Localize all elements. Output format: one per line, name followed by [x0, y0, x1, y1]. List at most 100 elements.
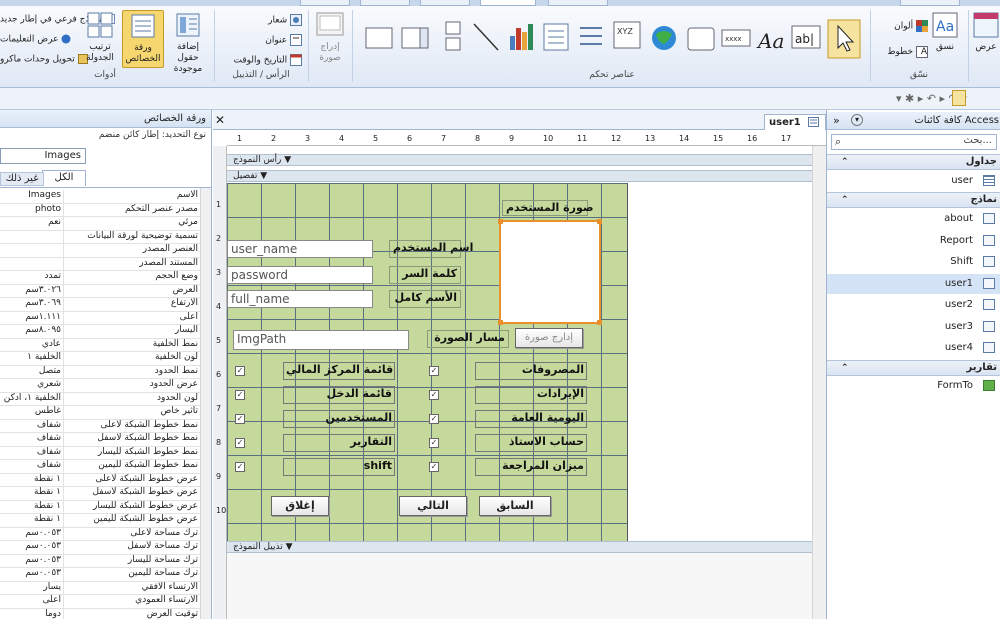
property-value[interactable]: ٣.٠٦٩سم [0, 298, 64, 311]
checkbox[interactable]: ✓ [429, 462, 439, 472]
convert-macros-button[interactable]: تحويل وحدات ماكرو [0, 54, 88, 66]
show-help-button[interactable]: عرض التعليمات [0, 34, 71, 46]
property-row[interactable]: دوماً توقيت العرض [0, 608, 200, 619]
property-value[interactable]: تمدد [0, 271, 64, 284]
property-row[interactable]: ١ نقطة عرض خطوط الشبكة لليمين [0, 514, 200, 528]
checkbox[interactable]: ✓ [235, 390, 245, 400]
property-row[interactable]: ١ نقطة عرض خطوط الشبكة لليسار [0, 500, 200, 514]
property-row[interactable]: شفاف نمط خطوط الشبكة لأعلى [0, 419, 200, 433]
close-document-icon[interactable]: ✕ [215, 113, 225, 127]
property-row[interactable]: متصل نمط الحدود [0, 365, 200, 379]
property-row[interactable]: العنصر المصدر [0, 244, 200, 258]
ribbon-tab[interactable] [900, 0, 960, 6]
property-value[interactable]: دوماً [0, 608, 64, 619]
tab-all[interactable]: الكل [42, 170, 86, 186]
property-row[interactable]: شفاف نمط خطوط الشبكة لليسار [0, 446, 200, 460]
chevron-up-icon[interactable]: ⌃ [841, 155, 849, 169]
property-value[interactable]: الخلفية ١، أدكن [0, 392, 64, 406]
nav-item-user4[interactable]: user4 [827, 338, 1000, 358]
property-row[interactable]: الخلفية ١ لون الخلفية [0, 352, 200, 366]
property-row[interactable]: ٠.٠٥٣سم ترك مساحة لليمين [0, 568, 200, 582]
nav-group-tables[interactable]: جداول ⌃ [827, 154, 1000, 170]
property-row[interactable]: تمدد وضع الحجم [0, 271, 200, 285]
insert-image-form-button[interactable]: إدارج صورة [515, 328, 583, 348]
property-value[interactable] [0, 244, 64, 257]
themes-button[interactable]: Aa نسق [930, 12, 960, 53]
check-label-right[interactable]: الإيرادات [475, 387, 587, 404]
user-name-textbox[interactable]: user_name [227, 240, 373, 258]
property-row[interactable]: شعري عرض الحدود [0, 379, 200, 393]
resize-handle[interactable] [498, 219, 503, 224]
property-value[interactable]: ٣.٠٢٦سم [0, 284, 64, 298]
help-dropdown-icon[interactable] [952, 90, 966, 106]
user-image-label[interactable]: صورة المستخدم [502, 200, 593, 216]
colors-button[interactable]: ألوان [876, 20, 928, 33]
check-label-left[interactable]: قائمة الدخل [283, 387, 395, 404]
property-row[interactable]: شفاف نمط خطوط الشبكة لليمين [0, 460, 200, 474]
ribbon-tab-active[interactable] [480, 0, 536, 6]
tab-other[interactable]: غير ذلك [0, 172, 44, 186]
property-value[interactable]: نعم [0, 217, 64, 230]
property-value[interactable]: ٠.٠٥٣سم [0, 554, 64, 568]
password-textbox[interactable]: password [227, 266, 373, 284]
nav-item-user2[interactable]: user2 [827, 295, 1000, 315]
property-row[interactable]: ٣.٠٦٩سم الارتفاع [0, 298, 200, 312]
property-value[interactable]: ٠.٠٥٣سم [0, 527, 64, 541]
search-icon[interactable]: ⌕ [835, 135, 841, 149]
user-name-label[interactable]: اسم المستخدم [389, 240, 473, 258]
property-value[interactable]: الخلفية ١ [0, 352, 64, 365]
form-header-bar[interactable]: ▼ رأس النموذج [227, 154, 826, 166]
property-value[interactable]: ١ نقطة [0, 473, 64, 487]
checkbox[interactable]: ✓ [235, 414, 245, 424]
property-value[interactable] [0, 230, 64, 244]
chevron-up-icon[interactable]: ⌃ [841, 361, 849, 375]
checkbox[interactable]: ✓ [235, 462, 245, 472]
ribbon-tab[interactable] [360, 0, 410, 6]
property-value[interactable]: متصل [0, 365, 64, 379]
property-row[interactable]: أعلى الارتساء العمودي [0, 595, 200, 609]
date-time-button[interactable]: التاريخ والوقت [222, 54, 302, 67]
nav-item-user[interactable]: user [827, 171, 1000, 191]
check-label-right[interactable]: اليومية العامة [475, 411, 587, 428]
property-value[interactable]: عادي [0, 338, 64, 352]
check-label-left[interactable]: التقارير [283, 435, 395, 452]
nav-group-reports[interactable]: تقارير ⌃ [827, 360, 1000, 376]
nav-item-shift[interactable]: Shift [827, 252, 1000, 272]
property-value[interactable]: ٠.٠٥٣سم [0, 541, 64, 554]
check-label-left[interactable]: shift [283, 459, 395, 476]
resize-handle[interactable] [597, 320, 602, 325]
nav-title-bar[interactable]: » ▾ كافة كائنات Access [827, 112, 1000, 130]
nav-item-formto[interactable]: FormTo [827, 376, 1000, 396]
imgpath-label[interactable]: مسار الصورة [427, 330, 509, 348]
property-row[interactable]: ٠.٠٥٣سم ترك مساحة لليسار [0, 554, 200, 568]
property-value[interactable]: ١ نقطة [0, 500, 64, 514]
property-value[interactable]: ٠.٠٥٣سم [0, 568, 64, 581]
property-value[interactable]: ٨.٠٩٥سم [0, 325, 64, 338]
nav-menu-dropdown-icon[interactable]: ▾ [851, 114, 863, 126]
checkbox[interactable]: ✓ [235, 366, 245, 376]
property-row[interactable]: Images الاسم [0, 190, 200, 204]
property-row[interactable]: ٠.٠٥٣سم ترك مساحة لأعلى [0, 527, 200, 541]
property-sheet-button[interactable]: ورقة الخصائص [122, 10, 164, 68]
next-button[interactable]: التالي [399, 496, 467, 516]
property-row[interactable]: تسمية توضيحية لورقة البيانات [0, 230, 200, 244]
property-value[interactable]: شعري [0, 379, 64, 392]
property-row[interactable]: ٠.٠٥٣سم ترك مساحة لأسفل [0, 541, 200, 555]
property-scrollbar[interactable] [200, 188, 211, 619]
property-value[interactable]: ١.١١١سم [0, 311, 64, 325]
check-label-right[interactable]: ميزان المراجعة [475, 459, 587, 476]
property-row[interactable]: نعم مرئي [0, 217, 200, 231]
checkbox[interactable]: ✓ [235, 438, 245, 448]
nav-item-about[interactable]: about [827, 209, 1000, 229]
title-button[interactable]: عنوان [222, 34, 302, 47]
checkbox[interactable]: ✓ [429, 366, 439, 376]
form-footer-bar[interactable]: ▼ تذييل النموذج [227, 541, 826, 553]
detail-bar[interactable]: ▼ تفصيل [227, 170, 826, 182]
chevron-up-icon[interactable]: ⌃ [841, 193, 849, 207]
check-label-right[interactable]: حساب الاستاذ [475, 435, 587, 452]
resize-handle[interactable] [597, 219, 602, 224]
property-row[interactable]: photo مصدر عنصر التحكم [0, 203, 200, 217]
checkbox[interactable]: ✓ [429, 438, 439, 448]
property-value[interactable]: يسار [0, 581, 64, 595]
nav-item-user3[interactable]: user3 [827, 317, 1000, 337]
